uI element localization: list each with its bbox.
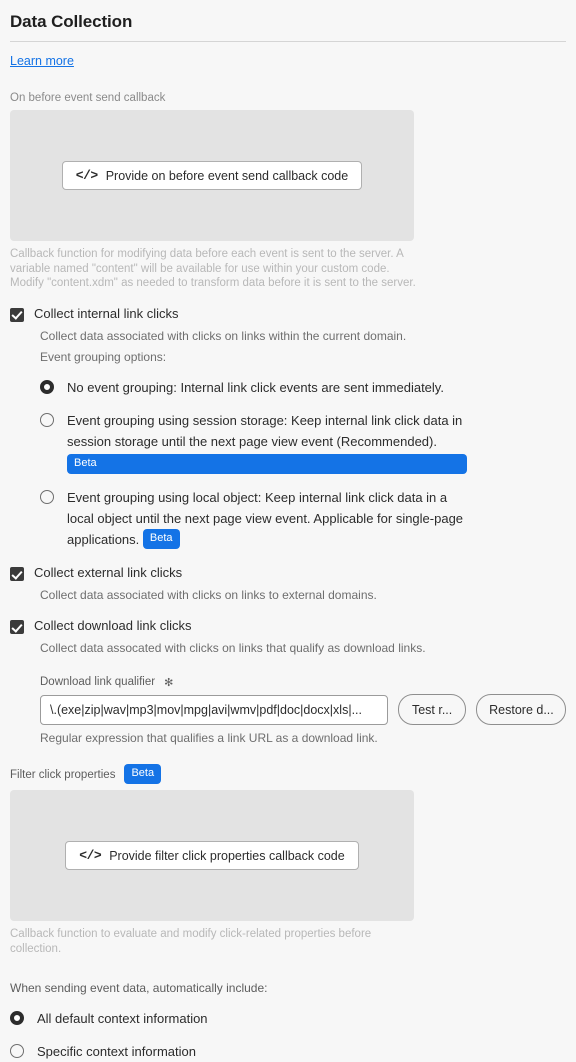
event-grouping-options-label: Event grouping options: [40, 349, 167, 364]
event-grouping-option-no-grouping-radio[interactable] [40, 379, 54, 394]
provide-filter-click-properties-callback-button[interactable]: </> Provide filter click properties call… [65, 841, 359, 871]
event-grouping-option-session-storage-radio[interactable] [40, 412, 54, 427]
event-grouping-option-no-grouping-label: No event grouping: Internal link click e… [67, 379, 444, 395]
collect-internal-link-clicks-label: Collect internal link clicks [34, 305, 179, 321]
internal-link-clicks-details: Collect data associated with clicks on l… [40, 328, 566, 551]
beta-badge: Beta [142, 529, 180, 550]
collect-external-link-clicks-label: Collect external link clicks [34, 565, 183, 581]
collect-download-link-clicks-label: Collect download link clicks [34, 618, 192, 634]
filter-click-properties-help-text: Callback function to evaluate and modify… [10, 928, 372, 955]
context-option-specific-label: Specific context information [37, 1043, 196, 1059]
download-link-qualifier-input[interactable] [40, 694, 389, 725]
download-link-clicks-description: Collect data assocated with clicks on li… [40, 641, 426, 656]
context-option-specific[interactable]: Specific context information [10, 1041, 566, 1062]
beta-badge: Beta [124, 764, 162, 785]
collect-external-link-clicks-row[interactable]: Collect external link clicks [10, 564, 566, 582]
internal-link-clicks-description: Collect data associated with clicks on l… [40, 328, 407, 343]
header-divider [10, 41, 566, 42]
provide-filter-click-properties-callback-label: Provide filter click properties callback… [109, 848, 345, 863]
context-option-all-default-label: All default context information [37, 1010, 208, 1026]
collect-internal-link-clicks-row[interactable]: Collect internal link clicks [10, 305, 566, 323]
on-before-event-send-panel: </> Provide on before event send callbac… [10, 110, 414, 241]
download-link-qualifier-label: Download link qualifier [40, 676, 156, 689]
code-icon: </> [79, 848, 102, 864]
external-link-clicks-description: Collect data associated with clicks on l… [40, 588, 377, 603]
download-link-qualifier-help-text: Regular expression that qualifies a link… [40, 731, 378, 746]
event-grouping-option-local-object-text: Event grouping using local object: Keep … [67, 489, 464, 547]
event-grouping-option-session-storage-label: Event grouping using session storage: Ke… [67, 410, 467, 475]
event-grouping-option-local-object-radio[interactable] [40, 489, 54, 504]
test-regex-button[interactable]: Test r... [398, 694, 467, 726]
context-option-specific-radio[interactable] [10, 1043, 24, 1058]
restore-default-button[interactable]: Restore d... [476, 694, 566, 726]
download-link-clicks-details: Collect data assocated with clicks on li… [40, 640, 566, 746]
event-grouping-option-session-storage-text: Event grouping using session storage: Ke… [67, 412, 463, 449]
context-information-prompt: When sending event data, automatically i… [10, 980, 268, 995]
filter-click-properties-panel: </> Provide filter click properties call… [10, 790, 414, 922]
required-asterisk-icon: ✻ [164, 676, 174, 689]
beta-badge: Beta [67, 453, 467, 474]
event-grouping-option-local-object[interactable]: Event grouping using local object: Keep … [40, 487, 566, 551]
collect-internal-link-clicks-checkbox[interactable] [10, 307, 24, 322]
event-grouping-option-local-object-label: Event grouping using local object: Keep … [67, 487, 467, 551]
collect-download-link-clicks-checkbox[interactable] [10, 620, 24, 635]
collect-download-link-clicks-row[interactable]: Collect download link clicks [10, 617, 566, 635]
filter-click-properties-label: Filter click properties [10, 769, 116, 782]
code-icon: </> [75, 168, 98, 183]
external-link-clicks-details: Collect data associated with clicks on l… [40, 587, 566, 603]
data-collection-page: Data Collection Learn more On before eve… [0, 0, 576, 1062]
learn-more-link[interactable]: Learn more [10, 54, 74, 69]
provide-on-before-event-send-callback-label: Provide on before event send callback co… [105, 168, 349, 183]
on-before-event-send-help-text: Callback function for modifying data bef… [10, 248, 416, 290]
filter-click-properties-label-row: Filter click properties Beta [10, 764, 566, 785]
context-option-all-default-radio[interactable] [10, 1010, 24, 1025]
download-link-qualifier-row: Test r... Restore d... [40, 694, 566, 726]
event-grouping-option-session-storage[interactable]: Event grouping using session storage: Ke… [40, 410, 566, 475]
page-title: Data Collection [10, 12, 133, 31]
event-grouping-option-no-grouping[interactable]: No event grouping: Internal link click e… [40, 377, 566, 398]
context-option-all-default[interactable]: All default context information [10, 1008, 566, 1029]
provide-on-before-event-send-callback-button[interactable]: </> Provide on before event send callbac… [61, 161, 363, 190]
download-link-qualifier-label-row: Download link qualifier ✻ [40, 675, 566, 689]
on-before-event-send-label: On before event send callback [10, 92, 166, 104]
collect-external-link-clicks-checkbox[interactable] [10, 567, 24, 582]
